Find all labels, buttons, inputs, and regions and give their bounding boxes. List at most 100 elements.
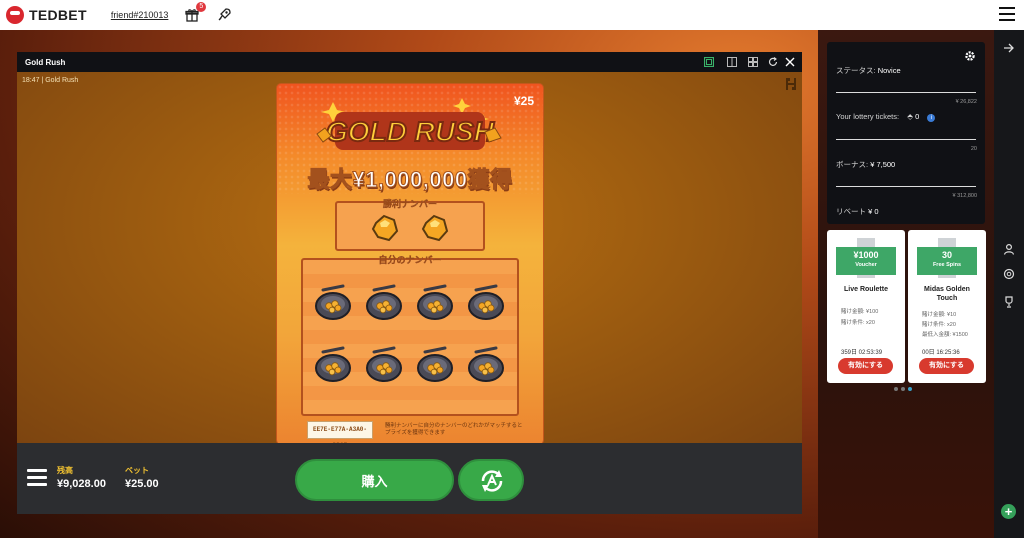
game-titlebar: Gold Rush [17,52,802,72]
bonus-card: 30 Free Spins Midas Golden Touch 賭け金額: ¥… [908,230,986,383]
close-icon[interactable] [785,57,795,67]
activate-button[interactable]: 有効にする [919,358,974,374]
gold-pan-icon[interactable] [466,344,506,386]
gold-pan-icon[interactable] [313,282,353,324]
bonus-progress [836,186,976,187]
bonus-label: ボーナス: [836,160,869,169]
rebate-value: ¥ 0 [868,207,879,216]
winning-numbers-box[interactable]: 勝利ナンバー [335,199,485,251]
bonus-detail: 最低入金額: ¥1500 [922,332,968,338]
rocket-button[interactable] [217,8,232,22]
gold-nugget-icon [421,214,449,242]
ticket-id: EE7E-E77A-A3A0-DB27 [307,421,373,449]
gift-badge: 5 [196,2,207,12]
gear-icon[interactable] [964,50,976,62]
top-bar: TEDBET friend#210013 5 [0,0,1024,30]
gold-rush-logo: GOLD RUSH [316,98,502,150]
gift-button[interactable]: 5 [185,2,207,22]
tickets-row: Your lottery tickets: ⬘ 0 i [836,112,936,122]
buy-button[interactable]: 購入 [295,459,454,501]
bonus-max: ¥ 312,800 [952,193,977,199]
max-win-label: 最大¥1,000,000獲得 [307,167,513,193]
gold-pan-icon[interactable] [415,344,455,386]
bonus-detail: 賭け条件: x20 [922,322,956,328]
bet-label: ベット [125,466,149,475]
gold-nugget-icon [371,214,399,242]
bonus-game-name: Midas Golden Touch [924,286,970,302]
tickets-max: 20 [970,146,977,152]
bonus-tag: 30 Free Spins [917,247,977,275]
status-row: ステータス: Novice [836,65,901,76]
rebate-row: リベート ¥ 0 [836,206,879,217]
gold-pan-icon[interactable] [466,282,506,324]
winning-numbers-label: 勝利ナンバー [382,199,437,209]
friend-link[interactable]: friend#210013 [111,10,169,20]
add-button[interactable]: + [1001,504,1016,519]
bonus-detail: 賭け金額: ¥10 [922,312,957,318]
bonus-game-name: Live Roulette [844,286,888,293]
status-progress [836,92,976,93]
game-area: 18:47 | Gold Rush ¥25 GOLD RUSH 最大¥1,000… [17,72,802,449]
bonus-value: ¥ 7,500 [870,160,896,169]
scratch-card[interactable]: ¥25 GOLD RUSH 最大¥1,000,000獲得 勝利ナンバー 自分のナ… [276,83,544,449]
trophy-icon[interactable] [1003,296,1015,308]
bonus-tag: ¥1000 Voucher [836,247,896,275]
brand-logo[interactable]: TEDBET [6,6,87,24]
carousel-dot[interactable] [894,387,898,391]
carousel-dot[interactable] [908,387,912,391]
user-icon[interactable] [1003,243,1015,255]
activate-button[interactable]: 有効にする [838,358,893,374]
rebate-label: リベート [836,207,866,216]
bonus-card: ¥1000 Voucher Live Roulette 賭け金額: ¥100 賭… [827,230,905,383]
carousel-dots [894,387,912,391]
single-view-icon[interactable] [704,57,714,67]
info-icon[interactable]: i [927,114,936,122]
tickets-value: 0 [915,112,920,121]
bet: ベット ¥25.00 [125,465,159,490]
gold-pan-icon[interactable] [415,282,455,324]
gold-pan-icon[interactable] [364,344,404,386]
game-window: Gold Rush 18:47 | Gold Rush ¥25 GOLD RUS… [17,52,802,514]
my-numbers-label: 自分のナンバー [378,255,442,265]
main-menu-button[interactable] [999,7,1015,21]
game-menu-button[interactable] [27,469,47,487]
gold-pan-icon[interactable] [313,344,353,386]
split-view-icon[interactable] [727,57,737,67]
balance-value: ¥9,028.00 [57,478,106,490]
bonus-timer: 00日 16:25:36 [922,350,960,356]
card-title: GOLD RUSH [326,116,495,147]
logo-icon [6,6,24,24]
bonus-amount: 30 [941,250,952,260]
status-max: ¥ 26,822 [955,99,977,105]
balance-label: 残高 [57,466,73,475]
brand-name: TEDBET [29,7,87,23]
bonus-type: Free Spins [932,262,962,268]
autoplay-button[interactable] [458,459,524,501]
status-label: ステータス: [836,66,876,75]
gold-pan-icon[interactable] [364,282,404,324]
ticket-icon: ⬘ [907,112,913,121]
player-stats-panel: ステータス: Novice ¥ 26,822 Your lottery tick… [827,42,985,224]
right-rail [994,30,1024,538]
reload-icon[interactable] [768,57,778,67]
bonus-timer: 359日 02:53:39 [841,350,883,356]
ticket-price: ¥25 [513,94,534,108]
rocket-icon [218,8,232,21]
arrow-right-icon[interactable] [1003,42,1015,54]
tickets-label: Your lottery tickets: [836,112,900,121]
chip-icon[interactable] [1003,268,1015,280]
rules-text: 勝利ナンバーに自分のナンバーのどれかがマッチするとプライズを獲得できます [385,423,523,436]
bonus-row: ボーナス: ¥ 7,500 [836,159,895,170]
status-value: Novice [877,66,901,75]
my-numbers-box[interactable]: 自分のナンバー [301,255,519,416]
grid-view-icon[interactable] [748,57,758,67]
game-controls-bar: 残高 ¥9,028.00 ベット ¥25.00 購入 [17,443,802,514]
tickets-progress [836,139,976,140]
carousel-dot[interactable] [901,387,905,391]
bonus-amount: ¥1000 [853,250,879,260]
autoplay-icon [481,470,503,492]
bet-value: ¥25.00 [125,478,159,490]
provider-logo-icon [786,78,796,90]
clock-label: 18:47 | Gold Rush [22,77,79,84]
bonus-detail: 賭け条件: x20 [841,320,875,326]
